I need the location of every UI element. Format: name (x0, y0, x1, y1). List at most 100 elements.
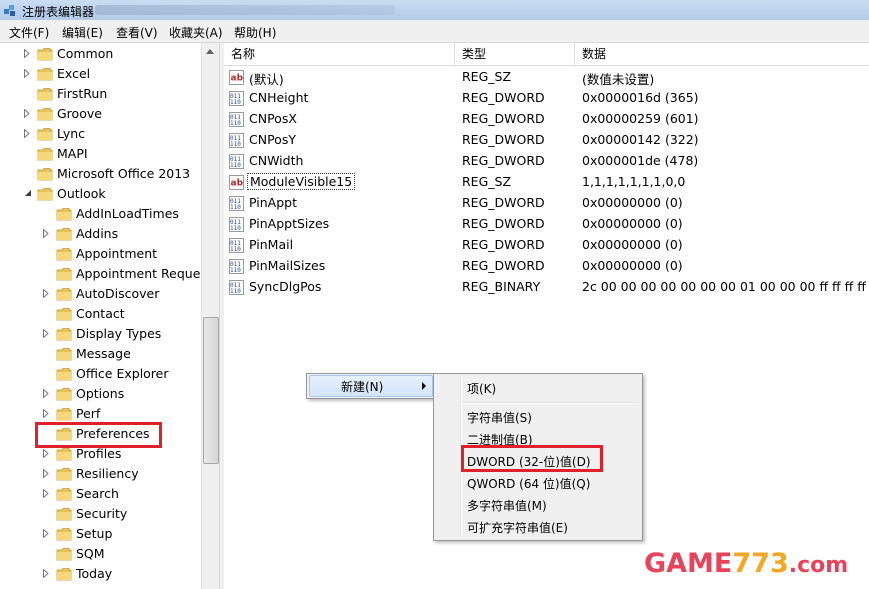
value-type: REG_DWORD (462, 90, 545, 105)
expand-arrow-icon[interactable] (43, 489, 51, 498)
tree-item[interactable]: Setup (0, 524, 201, 544)
table-row[interactable]: 011 110 CNPosX REG_DWORD 0x00000259 (601) (224, 109, 869, 130)
menu-file[interactable]: 文件(F) (9, 24, 49, 41)
table-row[interactable]: 011 110 CNWidth REG_DWORD 0x000001de (478) (224, 151, 869, 172)
tree-item[interactable]: Addins (0, 224, 201, 244)
collapse-arrow-icon[interactable] (24, 189, 32, 198)
table-row[interactable]: 011 110 CNPosY REG_DWORD 0x00000142 (322) (224, 130, 869, 151)
expand-arrow-icon[interactable] (43, 529, 51, 538)
tree-item[interactable]: MAPI (0, 144, 201, 164)
tree-item-label: Microsoft Office 2013 (57, 166, 191, 181)
svg-text:110: 110 (230, 204, 241, 211)
table-row[interactable]: ab ModuleVisible15 REG_SZ 1,1,1,1,1,1,1,0,0 (224, 172, 869, 193)
tree-item[interactable]: Display Types (0, 324, 201, 344)
value-type: REG_DWORD (462, 237, 545, 252)
submenu-item-key[interactable]: 项(K) (467, 380, 496, 397)
submenu-item-string[interactable]: 字符串值(S) (467, 409, 532, 426)
tree-item[interactable]: Perf (0, 404, 201, 424)
menu-edit[interactable]: 编辑(E) (62, 24, 103, 41)
expand-arrow-icon[interactable] (43, 229, 51, 238)
menu-help[interactable]: 帮助(H) (234, 24, 276, 41)
tree-item-label: Display Types (76, 326, 162, 341)
tree-item[interactable]: SQM (0, 544, 201, 564)
expand-arrow-icon[interactable] (24, 109, 32, 118)
folder-icon (56, 367, 72, 381)
table-row[interactable]: 011 110 PinApptSizes REG_DWORD 0x00000000 (0… (224, 214, 869, 235)
table-row[interactable]: 011 110 PinAppt REG_DWORD 0x00000000 (0) (224, 193, 869, 214)
binary-value-icon: 011 110 (229, 217, 244, 232)
svg-text:ab: ab (231, 74, 244, 84)
svg-text:ab: ab (231, 179, 244, 189)
expand-arrow-icon[interactable] (43, 409, 51, 418)
tree-item[interactable]: Contact (0, 304, 201, 324)
scrollbar-thumb[interactable] (203, 317, 219, 464)
value-name: CNPosY (249, 132, 296, 147)
tree-item[interactable]: Search (0, 484, 201, 504)
tree-item[interactable]: Resiliency (0, 464, 201, 484)
value-type: REG_DWORD (462, 153, 545, 168)
binary-value-icon: 011 110 (229, 238, 244, 253)
column-data[interactable]: 数据 (575, 43, 869, 65)
value-type: REG_DWORD (462, 258, 545, 273)
scroll-up-icon[interactable] (206, 49, 214, 54)
table-row[interactable]: 011 110 CNHeight REG_DWORD 0x0000016d (365) (224, 88, 869, 109)
expand-arrow-icon[interactable] (24, 129, 32, 138)
folder-icon (56, 527, 72, 541)
folder-icon (56, 327, 72, 341)
expand-arrow-icon[interactable] (43, 449, 51, 458)
tree-item-label: Excel (57, 66, 91, 81)
submenu-item-multi-string[interactable]: 多字符串值(M) (467, 497, 547, 514)
tree-item[interactable]: Today (0, 564, 201, 584)
table-row[interactable]: 011 110 PinMailSizes REG_DWORD 0x00000000 (0… (224, 256, 869, 277)
folder-icon (56, 487, 72, 501)
tree-item[interactable]: FirstRun (0, 84, 201, 104)
submenu-item-qword[interactable]: QWORD (64 位)值(Q) (467, 475, 590, 492)
tree-item-label: Common (57, 46, 114, 61)
tree-item[interactable]: Excel (0, 64, 201, 84)
tree-item[interactable]: Appointment Reques (0, 264, 201, 284)
tree-item[interactable]: AutoDiscover (0, 284, 201, 304)
column-type[interactable]: 类型 (455, 43, 575, 65)
menu-favorites[interactable]: 收藏夹(A) (169, 24, 223, 41)
column-name[interactable]: 名称 (224, 43, 455, 65)
folder-icon (56, 207, 72, 221)
tree-scrollbar[interactable] (201, 43, 219, 589)
tree-item[interactable]: Security (0, 504, 201, 524)
binary-value-icon: 011 110 (229, 259, 244, 274)
tree-item-label: Groove (57, 106, 102, 121)
tree-item-label: Appointment Reques (76, 266, 201, 281)
table-row[interactable]: 011 110 SyncDlgPos REG_BINARY 2c 00 00 00 00… (224, 277, 869, 298)
expand-arrow-icon[interactable] (43, 569, 51, 578)
tree-item[interactable]: Groove (0, 104, 201, 124)
table-row[interactable]: 011 110 PinMail REG_DWORD 0x00000000 (0) (224, 235, 869, 256)
table-row[interactable]: ab (默认) REG_SZ (数值未设置) (224, 67, 869, 88)
tree-item-label: Search (76, 486, 119, 501)
expand-arrow-icon[interactable] (24, 49, 32, 58)
tree-item[interactable]: AddInLoadTimes (0, 204, 201, 224)
folder-icon (56, 347, 72, 361)
submenu-arrow-icon (422, 382, 426, 390)
tree-item[interactable]: Common (0, 44, 201, 64)
expand-arrow-icon[interactable] (43, 469, 51, 478)
registry-tree[interactable]: Common Excel FirstRun Groove Lync MAPI Microso… (0, 43, 201, 589)
tree-item[interactable]: Microsoft Office 2013 (0, 164, 201, 184)
tree-item[interactable]: Office Explorer (0, 364, 201, 384)
tree-item[interactable]: Appointment (0, 244, 201, 264)
expand-arrow-icon[interactable] (43, 289, 51, 298)
value-type: REG_SZ (462, 174, 512, 189)
tree-item[interactable]: Message (0, 344, 201, 364)
expand-arrow-icon[interactable] (43, 389, 51, 398)
submenu-item-expandable-string[interactable]: 可扩充字符串值(E) (467, 519, 568, 536)
tree-item[interactable]: Outlook (0, 184, 201, 204)
value-data: 0x00000000 (0) (582, 237, 683, 252)
menu-view[interactable]: 查看(V) (116, 24, 158, 41)
expand-arrow-icon[interactable] (43, 329, 51, 338)
regedit-icon (4, 5, 15, 16)
tree-item[interactable]: Lync (0, 124, 201, 144)
folder-icon (56, 387, 72, 401)
tree-item[interactable]: Options (0, 384, 201, 404)
expand-arrow-icon[interactable] (24, 69, 32, 78)
